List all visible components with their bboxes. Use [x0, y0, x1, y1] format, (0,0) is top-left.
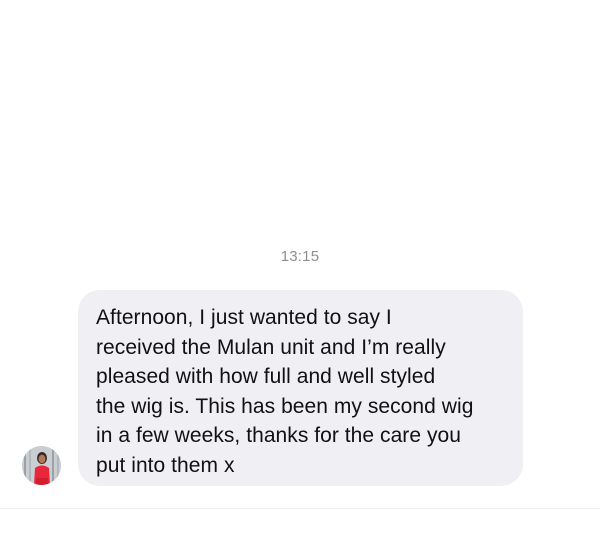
message-bubble[interactable]: Afternoon, I just wanted to say I receiv…	[78, 290, 523, 486]
bottom-divider	[0, 508, 600, 509]
avatar-image	[22, 446, 61, 485]
chat-screen: 13:15 Afternoon, I just wanted to say I …	[0, 0, 600, 534]
message-row: Afternoon, I just wanted to say I receiv…	[22, 290, 542, 486]
sender-avatar-icon[interactable]	[22, 446, 61, 485]
message-text: Afternoon, I just wanted to say I receiv…	[96, 306, 474, 477]
message-timestamp: 13:15	[280, 248, 320, 265]
